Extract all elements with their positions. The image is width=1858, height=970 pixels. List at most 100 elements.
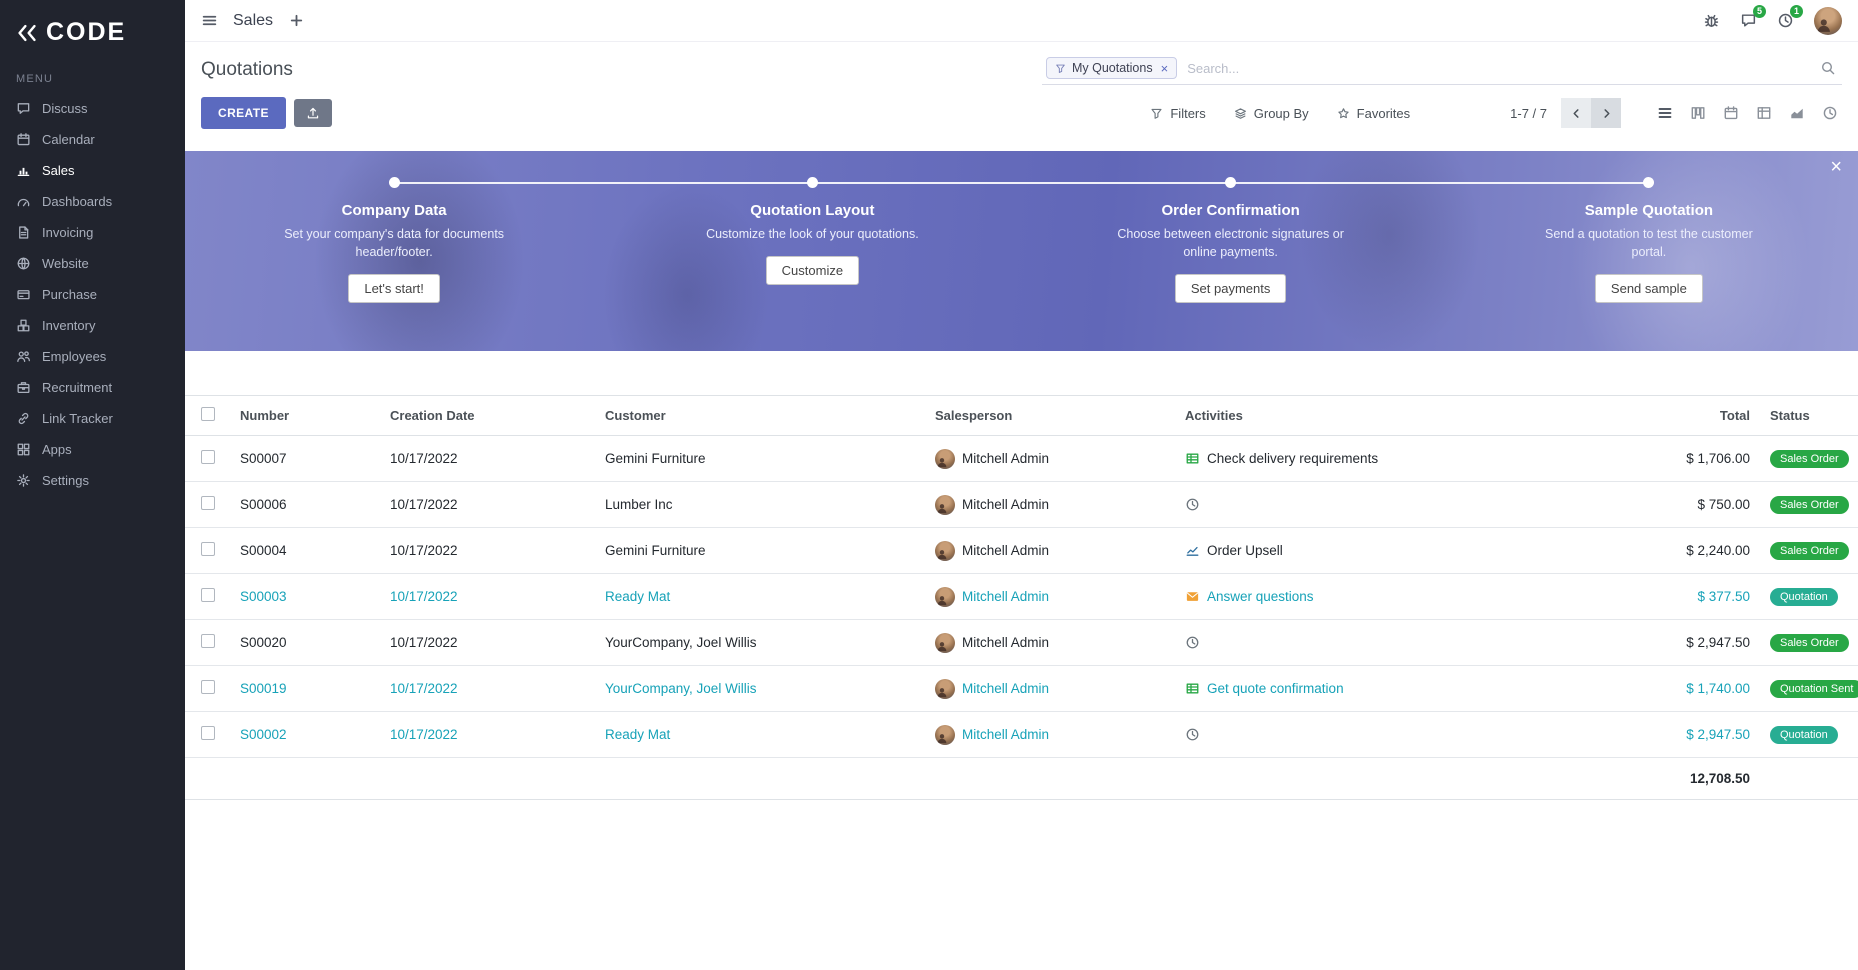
sidebar-item-dashboards[interactable]: Dashboards <box>0 186 185 217</box>
row-checkbox[interactable] <box>201 496 215 510</box>
onboarding-step: Order ConfirmationChoose between electro… <box>1022 177 1440 351</box>
sidebar-item-label: Sales <box>42 163 75 178</box>
view-calendar-button[interactable] <box>1723 105 1739 121</box>
sidebar-item-calendar[interactable]: Calendar <box>0 124 185 155</box>
add-tab-icon[interactable] <box>288 12 305 29</box>
cell-number: S00004 <box>230 528 380 574</box>
sidebar-item-employees[interactable]: Employees <box>0 341 185 372</box>
set-payments-button[interactable]: Set payments <box>1175 274 1287 303</box>
send-sample-button[interactable]: Send sample <box>1595 274 1703 303</box>
brand[interactable]: CODE <box>0 0 185 61</box>
onboarding-banner: × Company DataSet your company's data fo… <box>185 151 1858 351</box>
column-header-customer[interactable]: Customer <box>595 396 925 436</box>
sidebar-item-settings[interactable]: Settings <box>0 465 185 496</box>
cell-number: S00006 <box>230 482 380 528</box>
pager-next-button[interactable] <box>1591 98 1621 128</box>
debug-icon[interactable] <box>1703 12 1720 29</box>
view-activity-button[interactable] <box>1822 105 1838 121</box>
sidebar-item-website[interactable]: Website <box>0 248 185 279</box>
sidebar-item-sales[interactable]: Sales <box>0 155 185 186</box>
messages-button[interactable]: 5 <box>1740 12 1757 29</box>
brand-name: CODE <box>46 18 126 47</box>
person-icon <box>935 593 955 607</box>
status-badge: Quotation <box>1770 588 1838 606</box>
clock-icon[interactable] <box>1185 497 1200 512</box>
current-app-name[interactable]: Sales <box>233 12 273 30</box>
cell-status: Sales Order <box>1760 436 1858 482</box>
select-all-checkbox[interactable] <box>201 407 215 421</box>
pager-previous-button[interactable] <box>1561 98 1591 128</box>
chart-icon[interactable] <box>1185 543 1200 558</box>
sidebar-item-label: Link Tracker <box>42 411 113 426</box>
row-checkbox[interactable] <box>201 542 215 556</box>
salesperson-name: Mitchell Admin <box>962 589 1049 604</box>
cell-customer: Ready Mat <box>595 712 925 758</box>
row-checkbox[interactable] <box>201 680 215 694</box>
sidebar-item-link-tracker[interactable]: Link Tracker <box>0 403 185 434</box>
cell-customer: Ready Mat <box>595 574 925 620</box>
remove-facet-icon[interactable]: × <box>1159 62 1169 75</box>
person-icon <box>935 685 955 699</box>
table-row[interactable]: S0000210/17/2022Ready MatMitchell Admin$… <box>185 712 1858 758</box>
table-row[interactable]: S0000410/17/2022Gemini FurnitureMitchell… <box>185 528 1858 574</box>
salesperson-name: Mitchell Admin <box>962 635 1049 650</box>
export-button[interactable] <box>294 99 332 127</box>
activities-button[interactable]: 1 <box>1777 12 1794 29</box>
step-description: Send a quotation to test the customer po… <box>1531 225 1766 261</box>
table-row[interactable]: S0000710/17/2022Gemini FurnitureMitchell… <box>185 436 1858 482</box>
sidebar-item-invoicing[interactable]: Invoicing <box>0 217 185 248</box>
calendar-icon <box>16 132 31 147</box>
group-by-button[interactable]: Group By <box>1234 106 1309 121</box>
salesperson-avatar <box>935 725 955 745</box>
column-header-number[interactable]: Number <box>230 396 380 436</box>
link-icon <box>16 411 31 426</box>
column-header-status[interactable]: Status <box>1760 396 1858 436</box>
cell-total: $ 1,706.00 <box>1575 436 1760 482</box>
view-list-button[interactable] <box>1657 105 1673 121</box>
column-header-activities[interactable]: Activities <box>1175 396 1575 436</box>
sidebar-item-purchase[interactable]: Purchase <box>0 279 185 310</box>
table-row[interactable]: S0001910/17/2022YourCompany, Joel Willis… <box>185 666 1858 712</box>
sidebar-item-label: Purchase <box>42 287 97 302</box>
clock-icon[interactable] <box>1185 727 1200 742</box>
sidebar-item-label: Dashboards <box>42 194 112 209</box>
close-icon[interactable]: × <box>1830 157 1842 177</box>
view-pivot-button[interactable] <box>1756 105 1772 121</box>
envelope-icon[interactable] <box>1185 589 1200 604</box>
sidebar-item-discuss[interactable]: Discuss <box>0 93 185 124</box>
column-header-creation-date[interactable]: Creation Date <box>380 396 595 436</box>
table-row[interactable]: S0002010/17/2022YourCompany, Joel Willis… <box>185 620 1858 666</box>
search-icon[interactable] <box>1820 60 1836 76</box>
column-header-total[interactable]: Total <box>1575 396 1760 436</box>
customize-button[interactable]: Customize <box>766 256 859 285</box>
let-s-start-button[interactable]: Let's start! <box>348 274 440 303</box>
step-description: Set your company's data for documents he… <box>277 225 512 261</box>
row-checkbox[interactable] <box>201 726 215 740</box>
table-row[interactable]: S0000310/17/2022Ready MatMitchell AdminA… <box>185 574 1858 620</box>
view-kanban-button[interactable] <box>1690 105 1706 121</box>
sidebar-item-recruitment[interactable]: Recruitment <box>0 372 185 403</box>
row-checkbox[interactable] <box>201 634 215 648</box>
search-input[interactable] <box>1185 60 1812 77</box>
row-checkbox[interactable] <box>201 588 215 602</box>
sidebar-item-apps[interactable]: Apps <box>0 434 185 465</box>
grid-icon[interactable] <box>1185 451 1200 466</box>
sidebar-item-inventory[interactable]: Inventory <box>0 310 185 341</box>
favorites-button[interactable]: Favorites <box>1337 106 1410 121</box>
search-facet[interactable]: My Quotations × <box>1046 57 1177 79</box>
table-row[interactable]: S0000610/17/2022Lumber IncMitchell Admin… <box>185 482 1858 528</box>
clock-icon[interactable] <box>1185 635 1200 650</box>
create-button[interactable]: CREATE <box>201 97 286 129</box>
hamburger-menu-icon[interactable] <box>201 12 218 29</box>
column-header-salesperson[interactable]: Salesperson <box>925 396 1175 436</box>
sidebar-item-label: Settings <box>42 473 89 488</box>
filters-button[interactable]: Filters <box>1150 106 1205 121</box>
grid-icon[interactable] <box>1185 681 1200 696</box>
row-checkbox[interactable] <box>201 450 215 464</box>
view-graph-button[interactable] <box>1789 105 1805 121</box>
user-avatar[interactable] <box>1814 7 1842 35</box>
salesperson-avatar <box>935 495 955 515</box>
person-icon <box>935 455 955 469</box>
onboarding-step: Company DataSet your company's data for … <box>185 177 603 351</box>
search-bar: My Quotations × <box>1042 54 1842 85</box>
